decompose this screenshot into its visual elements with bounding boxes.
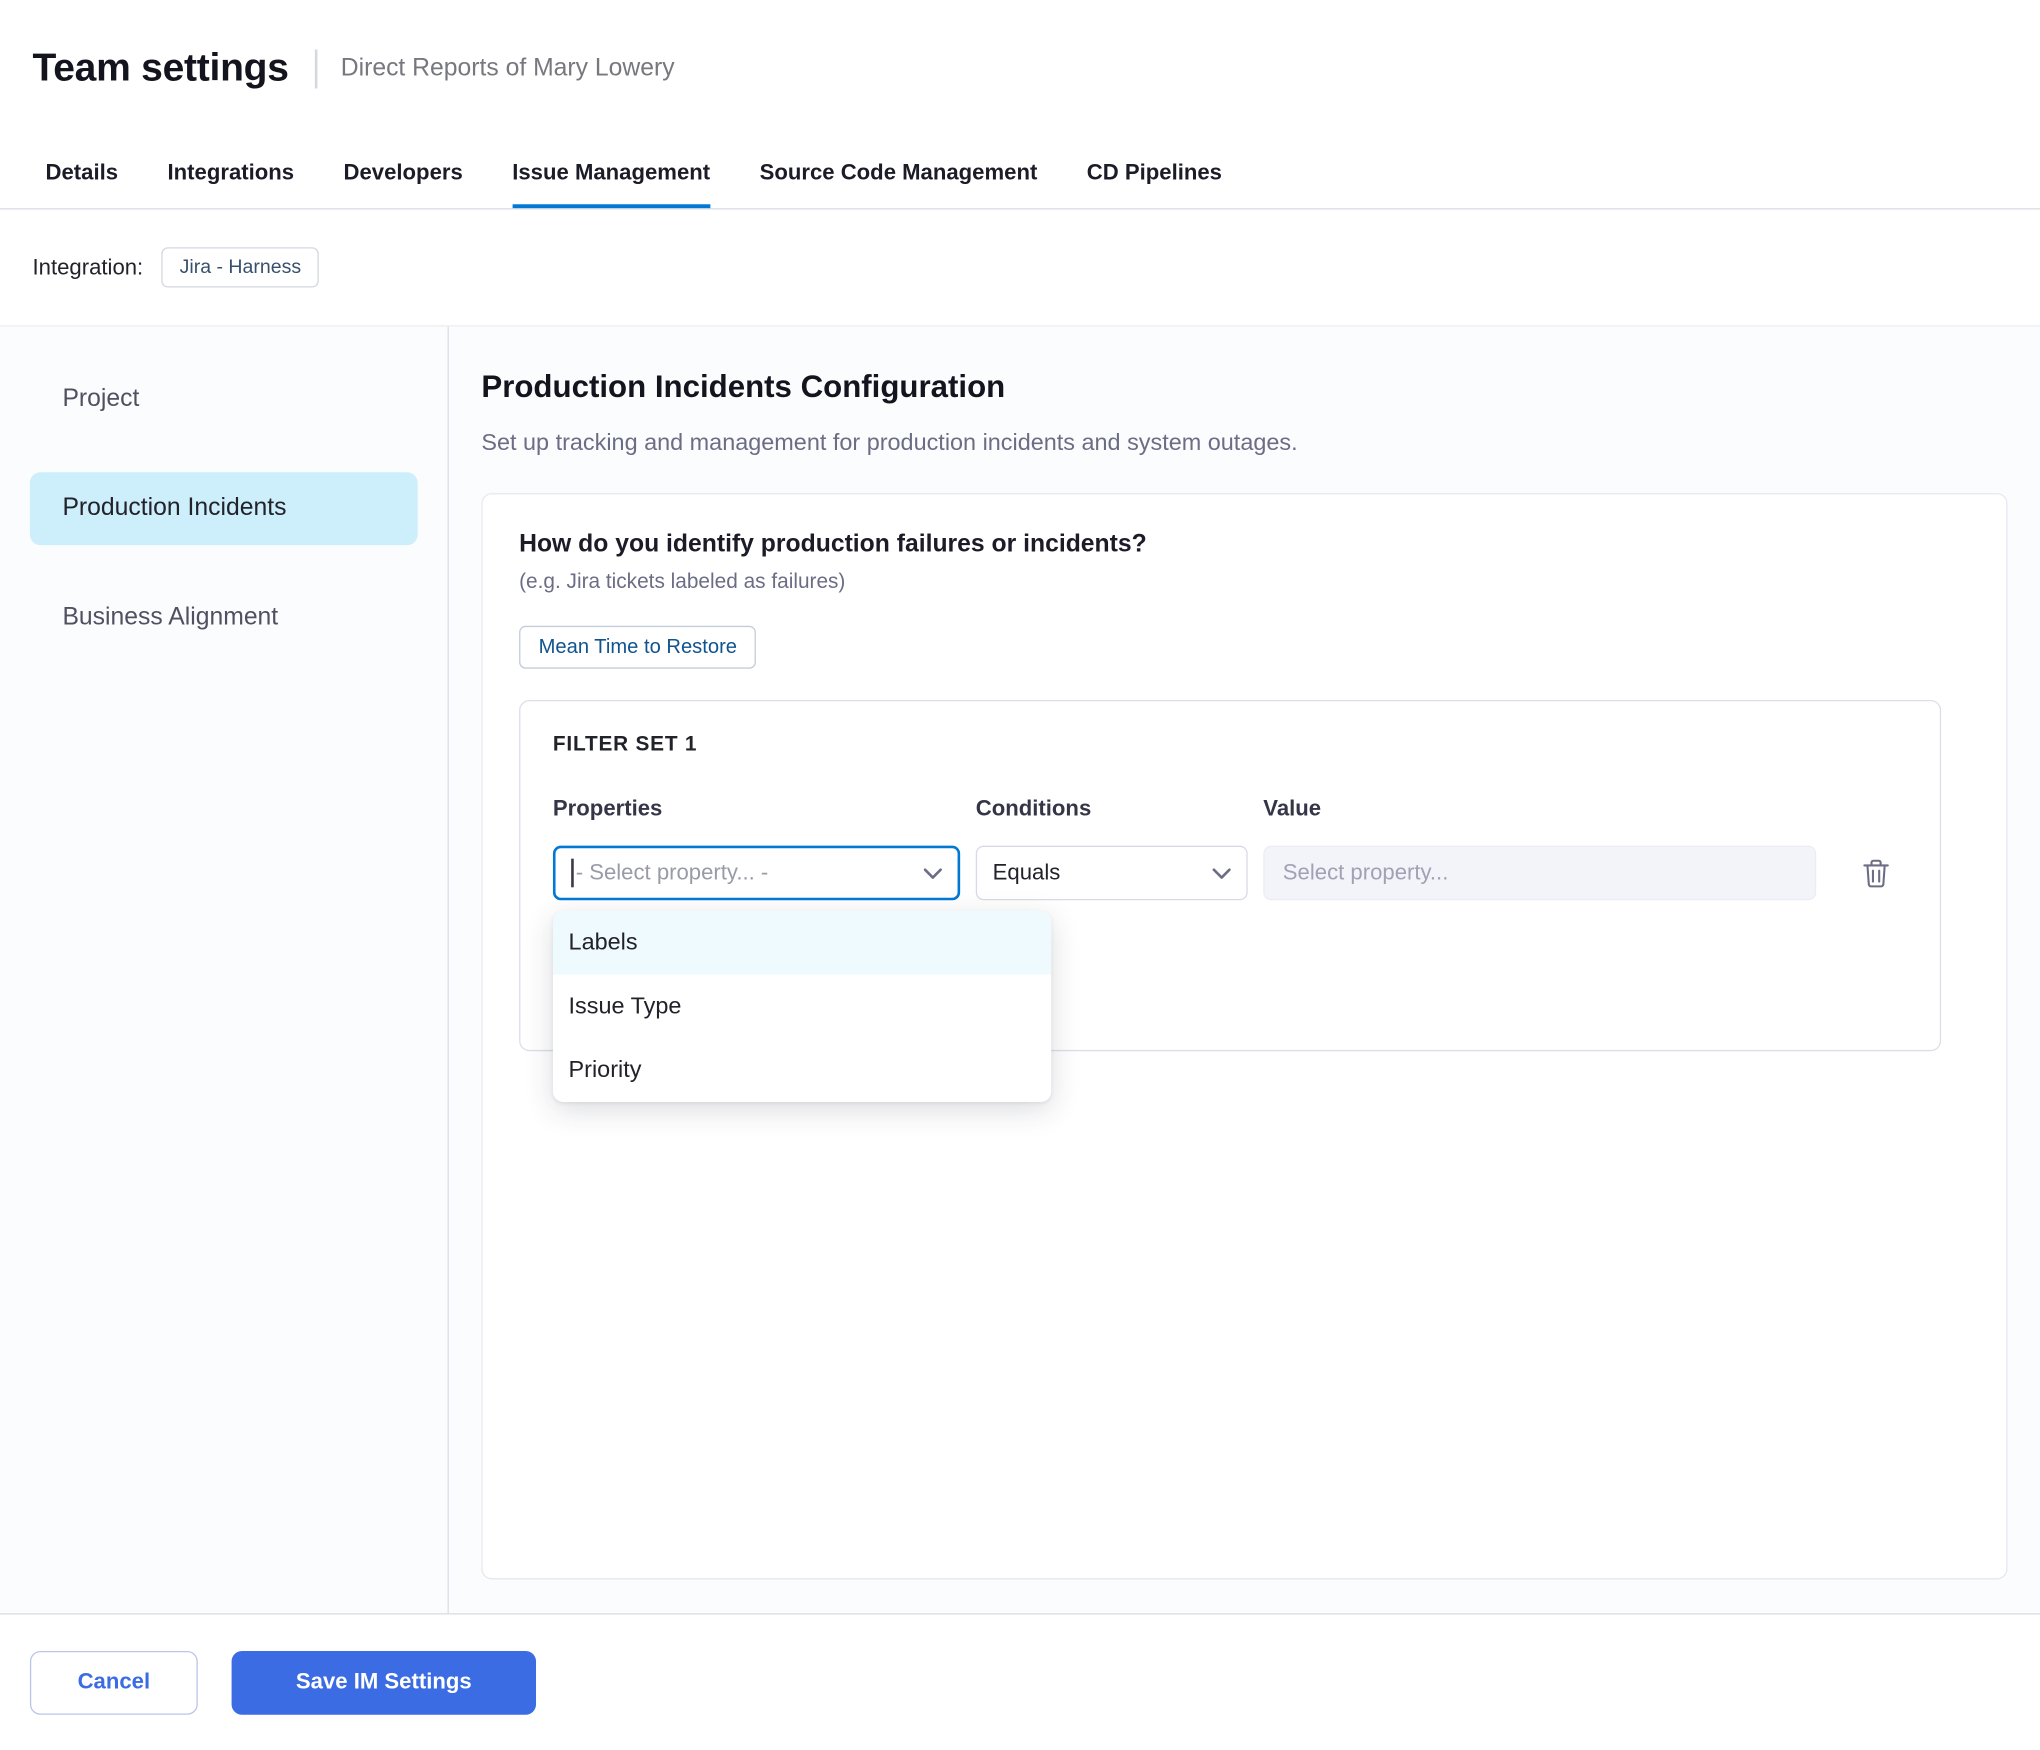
page-header: Team settings Direct Reports of Mary Low… xyxy=(0,0,2040,137)
sidebar-item-production-incidents[interactable]: Production Incidents xyxy=(30,472,418,545)
column-header-value: Value xyxy=(1263,796,1816,822)
dropdown-option-labels[interactable]: Labels xyxy=(553,911,1051,975)
filter-row: Properties Conditions Value - Select pro… xyxy=(553,796,1907,900)
save-im-settings-button[interactable]: Save IM Settings xyxy=(232,1650,536,1714)
condition-select[interactable]: Equals xyxy=(976,846,1248,901)
app-window: Team settings Direct Reports of Mary Low… xyxy=(0,0,2040,1750)
identify-incidents-question: How do you identify production failures … xyxy=(519,531,1970,560)
integration-label: Integration: xyxy=(33,254,144,280)
property-select[interactable]: - Select property... - xyxy=(553,846,960,901)
section-title: Production Incidents Configuration xyxy=(481,369,2007,405)
title-divider xyxy=(315,49,318,88)
integration-badge[interactable]: Jira - Harness xyxy=(161,247,319,287)
delete-filter-button[interactable] xyxy=(1863,858,1902,888)
chevron-down-icon xyxy=(1213,867,1231,879)
column-header-conditions: Conditions xyxy=(976,796,1248,822)
column-header-properties: Properties xyxy=(553,796,960,822)
incidents-config-card: How do you identify production failures … xyxy=(481,493,2007,1579)
identify-incidents-hint: (e.g. Jira tickets labeled as failures) xyxy=(519,571,1970,594)
tab-bar: Details Integrations Developers Issue Ma… xyxy=(0,137,2040,210)
cancel-button[interactable]: Cancel xyxy=(30,1650,198,1714)
dropdown-option-priority[interactable]: Priority xyxy=(553,1038,1051,1102)
property-select-placeholder: - Select property... - xyxy=(576,860,769,886)
filter-set-title: FILTER SET 1 xyxy=(553,734,1907,757)
tab-developers[interactable]: Developers xyxy=(344,137,463,209)
integration-row: Integration: Jira - Harness xyxy=(0,209,2040,325)
chevron-down-icon xyxy=(924,867,942,879)
sidebar-item-business-alignment[interactable]: Business Alignment xyxy=(30,582,418,655)
section-subtitle: Set up tracking and management for produ… xyxy=(481,429,2007,456)
tab-integrations[interactable]: Integrations xyxy=(168,137,295,209)
settings-sidebar: Project Production Incidents Business Al… xyxy=(0,327,449,1614)
content-area: Project Production Incidents Business Al… xyxy=(0,325,2040,1613)
footer-bar: Cancel Save IM Settings xyxy=(0,1613,2040,1750)
tab-source-code-management[interactable]: Source Code Management xyxy=(760,137,1038,209)
value-input[interactable] xyxy=(1263,846,1816,901)
main-panel: Production Incidents Configuration Set u… xyxy=(449,327,2040,1614)
filter-set-1: FILTER SET 1 Properties Conditions Value… xyxy=(519,700,1941,1051)
text-cursor xyxy=(571,859,573,888)
page-title: Team settings xyxy=(33,46,289,90)
tab-cd-pipelines[interactable]: CD Pipelines xyxy=(1087,137,1222,209)
sidebar-item-project[interactable]: Project xyxy=(30,363,418,436)
trash-icon xyxy=(1863,858,1889,888)
tab-issue-management[interactable]: Issue Management xyxy=(512,137,710,209)
property-select-wrapper: - Select property... - Labels Issue Type… xyxy=(553,846,960,901)
property-dropdown-menu: Labels Issue Type Priority xyxy=(553,911,1051,1102)
tab-details[interactable]: Details xyxy=(46,137,119,209)
mean-time-to-restore-tab[interactable]: Mean Time to Restore xyxy=(519,626,756,669)
dropdown-option-issue-type[interactable]: Issue Type xyxy=(553,974,1051,1038)
condition-select-value: Equals xyxy=(993,860,1061,886)
page-subtitle: Direct Reports of Mary Lowery xyxy=(341,54,675,83)
